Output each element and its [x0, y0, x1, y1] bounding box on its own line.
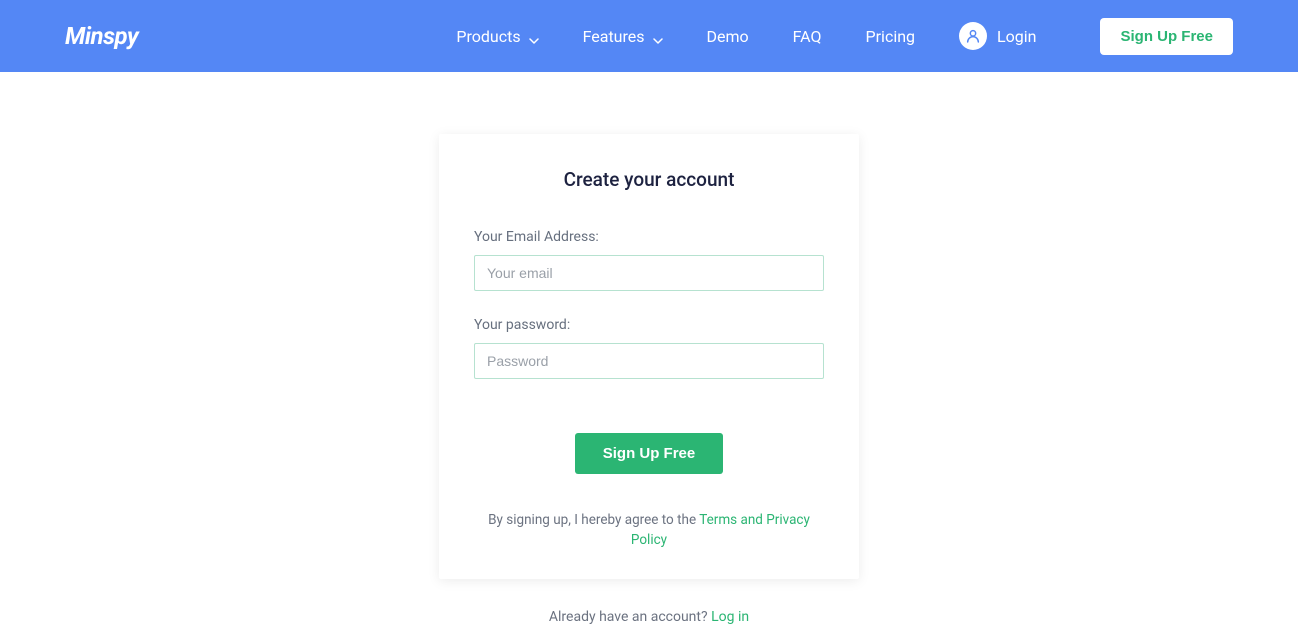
nav-features-label: Features	[583, 27, 645, 46]
agree-prefix: By signing up, I hereby agree to the	[488, 512, 699, 528]
nav-signup-button[interactable]: Sign Up Free	[1100, 18, 1233, 55]
agree-text: By signing up, I hereby agree to the Ter…	[474, 510, 824, 551]
password-label: Your password:	[474, 317, 824, 333]
password-input[interactable]	[474, 343, 824, 379]
nav-pricing-label: Pricing	[866, 27, 916, 46]
nav-demo[interactable]: Demo	[707, 27, 749, 46]
signup-card: Create your account Your Email Address: …	[439, 134, 859, 579]
nav-login-label: Login	[997, 27, 1036, 46]
chevron-down-icon	[529, 31, 539, 41]
main-content: Create your account Your Email Address: …	[0, 72, 1298, 625]
signup-submit-button[interactable]: Sign Up Free	[575, 433, 724, 474]
already-text: Already have an account?	[549, 609, 711, 625]
nav-login[interactable]: Login	[959, 22, 1036, 50]
login-link[interactable]: Log in	[711, 609, 749, 625]
nav-faq[interactable]: FAQ	[793, 27, 822, 46]
nav-items: Products Features Demo FAQ Pricing	[456, 18, 1233, 55]
email-input[interactable]	[474, 255, 824, 291]
nav-products-label: Products	[456, 27, 520, 46]
navbar: Minspy Products Features Demo FAQ Pricin…	[0, 0, 1298, 72]
nav-pricing[interactable]: Pricing	[866, 27, 916, 46]
nav-features[interactable]: Features	[583, 27, 663, 46]
email-label: Your Email Address:	[474, 229, 824, 245]
nav-products[interactable]: Products	[456, 27, 538, 46]
brand-logo[interactable]: Minspy	[65, 22, 138, 50]
already-have-account: Already have an account? Log in	[549, 609, 749, 625]
chevron-down-icon	[653, 31, 663, 41]
card-title: Create your account	[474, 168, 824, 191]
user-icon	[959, 22, 987, 50]
nav-faq-label: FAQ	[793, 27, 822, 46]
nav-demo-label: Demo	[707, 27, 749, 46]
